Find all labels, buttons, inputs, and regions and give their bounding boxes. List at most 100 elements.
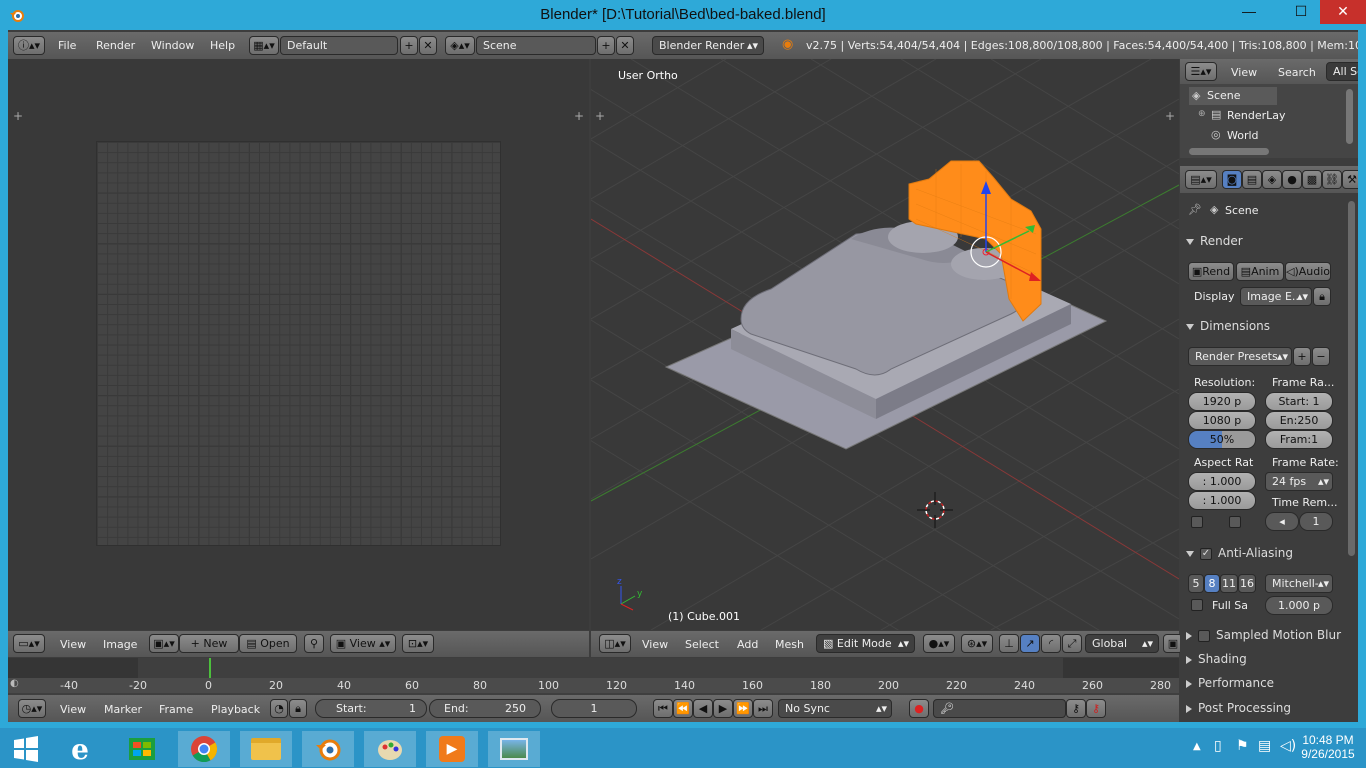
resolution-percentage-slider[interactable]: 50% [1188, 430, 1256, 449]
preview-range-icon[interactable]: ◔ [270, 699, 288, 718]
expand-icon[interactable]: ⊕ [1198, 109, 1206, 119]
aa-samples-11[interactable]: 11 [1220, 574, 1238, 593]
maximize-button[interactable]: ☐ [1278, 0, 1324, 24]
uv-menu-view[interactable]: View [60, 638, 86, 651]
start-frame-field[interactable]: Start: 1 [315, 699, 427, 718]
transform-orientation-select[interactable]: Global ▴▾ [1085, 634, 1159, 653]
new-image-button[interactable]: + New [179, 634, 239, 653]
viewport-editor-type-button[interactable]: ◫▴▾ [599, 634, 631, 653]
aa-samples-16[interactable]: 16 [1238, 574, 1256, 593]
timeline-editor-type-button[interactable]: ◷▴▾ [18, 699, 46, 718]
timeline-menu-marker[interactable]: Marker [104, 703, 142, 716]
file-explorer-icon[interactable] [240, 731, 292, 767]
media-player-icon[interactable]: ▶ [426, 731, 478, 767]
render-engine-select[interactable]: Blender Render ▴▾ [652, 36, 764, 55]
play-audio-button[interactable]: ◁)Audio [1285, 262, 1331, 281]
aspect-y-field[interactable]: : 1.000 [1188, 491, 1256, 510]
play-icon[interactable]: ▶ [713, 699, 733, 718]
performance-panel-header[interactable]: Performance [1180, 672, 1358, 694]
properties-scrollbar[interactable] [1348, 201, 1355, 556]
layout-name-field[interactable]: Default [280, 36, 398, 55]
time-remap-new-field[interactable]: 1 [1299, 512, 1333, 531]
action-center-icon[interactable]: ⚑ [1236, 738, 1249, 754]
scene-browse-button[interactable]: ◈▴▾ [445, 36, 475, 55]
pin-icon[interactable]: ⚲ [304, 634, 324, 653]
outliner-item-renderlayers[interactable]: RenderLay [1227, 109, 1286, 122]
shading-select[interactable]: ●▴▾ [923, 634, 955, 653]
render-layers-context-icon[interactable]: ▤ [1242, 170, 1262, 189]
viewport-menu-mesh[interactable]: Mesh [775, 638, 804, 651]
timeline-area[interactable]: ◐ -40 -20 0 20 40 60 80 100 120 140 160 … [8, 658, 1179, 696]
frame-start-field[interactable]: Start: 1 [1265, 392, 1333, 411]
full-sample-checkbox[interactable] [1191, 599, 1203, 611]
translate-manipulator-icon[interactable]: ↗ [1020, 634, 1040, 653]
aa-samples-5[interactable]: 5 [1188, 574, 1204, 593]
clock[interactable]: 10:48 PM 9/26/2015 [1300, 733, 1356, 761]
chrome-icon[interactable] [178, 731, 230, 767]
jump-end-icon[interactable]: ⏭ [753, 699, 773, 718]
jump-keyframe-forward-icon[interactable]: ⏩ [733, 699, 753, 718]
object-context-icon[interactable]: ▩ [1302, 170, 1322, 189]
motion-blur-checkbox[interactable] [1198, 629, 1210, 642]
render-still-button[interactable]: ▣Rend [1188, 262, 1234, 281]
menu-help[interactable]: Help [210, 39, 235, 52]
delete-keyframe-icon[interactable]: ⚷ [1086, 699, 1106, 718]
aa-filter-select[interactable]: Mitchell- ▴▾ [1265, 574, 1333, 593]
layout-add-icon[interactable]: + [400, 36, 418, 55]
3d-viewport[interactable]: zy User Ortho (1) Cube.001 + + [591, 59, 1179, 630]
frame-rate-select[interactable]: 24 fps ▴▾ [1265, 472, 1333, 491]
aa-samples-8[interactable]: 8 [1204, 574, 1220, 593]
jump-start-icon[interactable]: ⏮ [653, 699, 673, 718]
outliner-item-scene[interactable]: Scene [1207, 89, 1241, 102]
outliner-editor-type-button[interactable]: ☰▴▾ [1185, 62, 1217, 81]
viewport-menu-select[interactable]: Select [685, 638, 719, 651]
outliner-tree[interactable]: ◈ Scene ⊕ ▤ RenderLay ◎ World [1180, 84, 1358, 158]
outliner-menu-search[interactable]: Search [1278, 66, 1316, 79]
border-checkbox[interactable] [1191, 516, 1203, 528]
timeline-menu-playback[interactable]: Playback [211, 703, 260, 716]
close-button[interactable]: ✕ [1320, 0, 1366, 24]
outliner-display-filter[interactable]: All Sc [1326, 62, 1358, 81]
volume-icon[interactable]: ◁) [1280, 738, 1296, 754]
preset-remove-icon[interactable]: − [1312, 347, 1330, 366]
scene-remove-icon[interactable]: ✕ [616, 36, 634, 55]
render-presets-select[interactable]: Render Presets ▴▾ [1188, 347, 1292, 366]
jump-keyframe-back-icon[interactable]: ⏪ [673, 699, 693, 718]
render-panel-header[interactable]: Render [1180, 230, 1358, 252]
menu-render[interactable]: Render [96, 39, 135, 52]
insert-keyframe-icon[interactable]: ⚷ [1066, 699, 1086, 718]
properties-editor-type-button[interactable]: ▤▴▾ [1185, 170, 1217, 189]
scale-manipulator-icon[interactable]: ⤢ [1062, 634, 1082, 653]
scene-add-icon[interactable]: + [597, 36, 615, 55]
keying-set-field[interactable]: 🔑︎ [933, 699, 1066, 718]
filter-size-field[interactable]: 1.000 p [1265, 596, 1333, 615]
preset-add-icon[interactable]: + [1293, 347, 1311, 366]
viewport-menu-view[interactable]: View [642, 638, 668, 651]
frame-step-field[interactable]: Fram:1 [1265, 430, 1333, 449]
post-processing-panel-header[interactable]: Post Processing [1180, 697, 1358, 719]
time-remap-old-field[interactable]: ◂ [1265, 512, 1299, 531]
pivot-select[interactable]: ⊡▴▾ [402, 634, 434, 653]
properties-toggle-icon[interactable]: + [1165, 109, 1175, 123]
play-reverse-icon[interactable]: ◀ [693, 699, 713, 718]
timeline-menu-view[interactable]: View [60, 703, 86, 716]
render-animation-button[interactable]: ▤Anim [1236, 262, 1284, 281]
layout-browse-button[interactable]: ▦▴▾ [249, 36, 279, 55]
network-icon[interactable]: ▤ [1258, 738, 1271, 754]
uv-image-editor[interactable]: + + [8, 59, 589, 630]
store-icon[interactable] [116, 731, 168, 767]
lock-interface-icon[interactable]: 🔒︎ [1313, 287, 1331, 306]
outliner-item-world[interactable]: World [1227, 129, 1259, 142]
world-context-icon[interactable]: ● [1282, 170, 1302, 189]
modifiers-context-icon[interactable]: ⚒ [1342, 170, 1358, 189]
viewport-menu-add[interactable]: Add [737, 638, 758, 651]
auto-keyframe-icon[interactable]: ● [909, 699, 929, 718]
resolution-x-field[interactable]: 1920 p [1188, 392, 1256, 411]
manipulator-toggle-icon[interactable]: ⊥ [999, 634, 1019, 653]
layout-remove-icon[interactable]: ✕ [419, 36, 437, 55]
internet-explorer-icon[interactable]: e [54, 731, 106, 767]
blender-taskbar-icon[interactable] [302, 731, 354, 767]
constraints-context-icon[interactable]: ⛓ [1322, 170, 1342, 189]
photo-viewer-icon[interactable] [488, 731, 540, 767]
display-select[interactable]: Image E... ▴▾ [1240, 287, 1312, 306]
